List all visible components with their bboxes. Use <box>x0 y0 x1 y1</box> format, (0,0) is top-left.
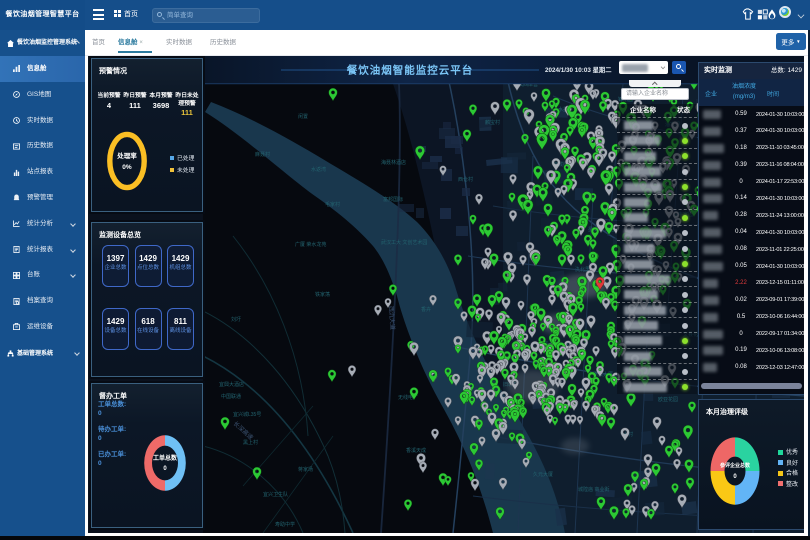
svg-text:餐饮油烟智能监控云平台: 餐饮油烟智能监控云平台 <box>346 64 474 77</box>
svg-text:武汉工大 文创艺术园: 武汉工大 文创艺术园 <box>381 239 427 246</box>
svg-text:麟宝村: 麟宝村 <box>485 119 500 126</box>
svg-text:闲置: 闲置 <box>298 113 308 120</box>
svg-text:水返湾: 水返湾 <box>311 166 326 173</box>
svg-text:广厦 荣水龙苑: 广厦 荣水龙苑 <box>295 241 326 248</box>
svg-text:海聂林酒店: 海聂林酒店 <box>381 159 406 166</box>
svg-text:城隍庙 商业街: 城隍庙 商业街 <box>578 486 609 493</box>
svg-text:香溪天成: 香溪天成 <box>406 447 426 454</box>
svg-text:毛家村: 毛家村 <box>325 201 340 208</box>
svg-text:中国联通: 中国联通 <box>221 393 241 400</box>
svg-text:久元大厦: 久元大厦 <box>533 471 553 478</box>
svg-text:香卉: 香卉 <box>421 306 431 313</box>
svg-text:宜興大酒店: 宜興大酒店 <box>219 381 244 388</box>
svg-text:西仓村: 西仓村 <box>458 176 473 183</box>
svg-text:富邦国际: 富邦国际 <box>383 196 403 203</box>
svg-text:麻聂村: 麻聂村 <box>255 151 270 158</box>
svg-text:宜兴城L35号: 宜兴城L35号 <box>233 411 261 418</box>
svg-text:欧亚花园: 欧亚花园 <box>658 396 678 403</box>
svg-text:寿助中学: 寿助中学 <box>275 521 295 528</box>
svg-text:蒋家场: 蒋家场 <box>298 466 313 473</box>
svg-text:2024/1/30 10:03 星期二: 2024/1/30 10:03 星期二 <box>545 65 612 74</box>
svg-text:铁家荡: 铁家荡 <box>315 291 330 298</box>
svg-text:刘圩: 刘圩 <box>231 316 241 323</box>
svg-text:宜兴卫生队: 宜兴卫生队 <box>263 491 288 498</box>
